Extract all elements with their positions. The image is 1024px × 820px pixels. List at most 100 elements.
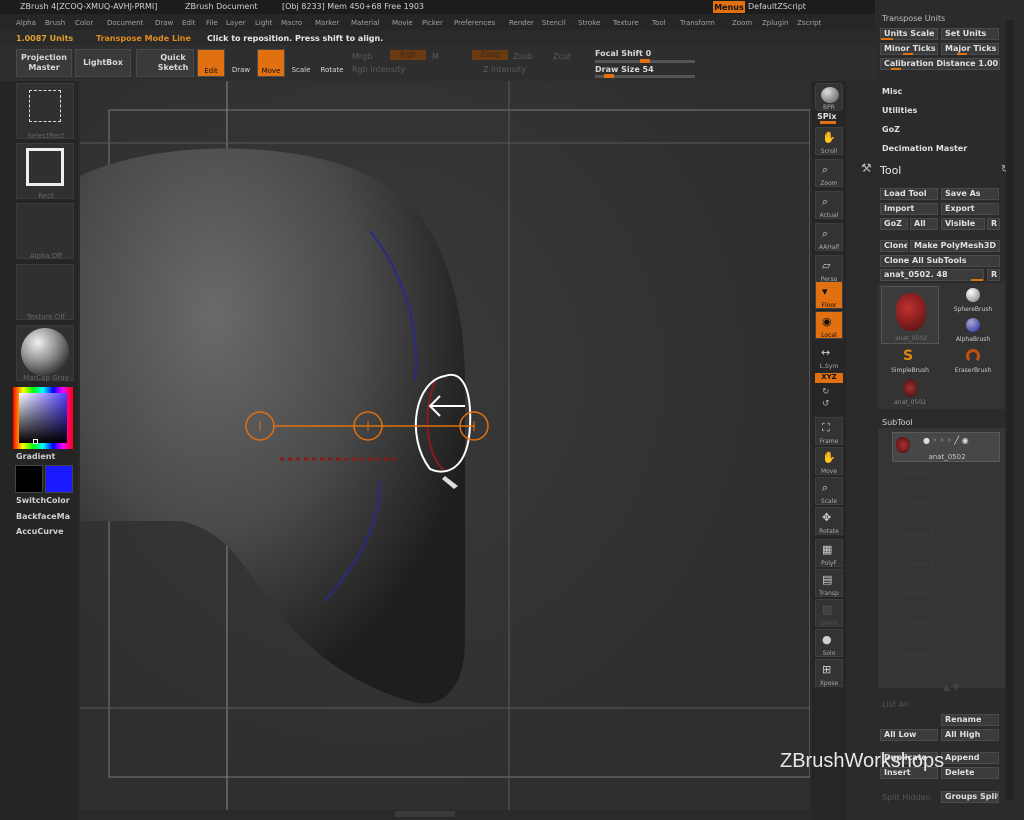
z-intensity-slider[interactable]: Z Intensity	[483, 65, 526, 74]
floor-button[interactable]: ▾ Floor	[815, 281, 843, 309]
color-square[interactable]	[19, 393, 67, 443]
scroll-button[interactable]: ✋ Scroll	[815, 127, 843, 155]
menu-document[interactable]: Document	[107, 19, 143, 27]
menu-picker[interactable]: Picker	[422, 19, 443, 27]
secondary-color-swatch[interactable]	[45, 465, 73, 493]
menu-zplugin[interactable]: Zplugin	[762, 19, 788, 27]
r-button[interactable]: R	[987, 218, 1000, 230]
menu-color[interactable]: Color	[75, 19, 93, 27]
rgb-button[interactable]: Rgb	[390, 50, 426, 60]
goz-all-button[interactable]: All	[910, 218, 938, 230]
aahalf-button[interactable]: ⌕ AAHalf	[815, 223, 843, 251]
set-units-button[interactable]: Set Units	[941, 28, 999, 40]
goz-section[interactable]: GoZ	[882, 125, 900, 134]
material-thumb[interactable]: MatCap Gray	[16, 325, 74, 382]
focal-shift-knob[interactable]	[640, 59, 650, 63]
persp-button[interactable]: ▱ Persp	[815, 255, 843, 283]
zadd-button[interactable]: Zadd	[472, 50, 508, 60]
quick-sketch-button[interactable]: Quick Sketch	[136, 49, 194, 77]
menu-material[interactable]: Material	[351, 19, 379, 27]
menu-layer[interactable]: Layer	[226, 19, 246, 27]
rotate-z-icon[interactable]: ↺	[822, 399, 830, 409]
menu-edit[interactable]: Edit	[182, 19, 196, 27]
menu-light[interactable]: Light	[255, 19, 272, 27]
subtool-item-active[interactable]: ● ◦ ◦ ◦ ╱ ◉ anat_0502	[892, 432, 1000, 462]
rgb-intensity-slider[interactable]: Rgb Intensity	[352, 65, 405, 74]
rotate-view-button[interactable]: ✥ Rotate	[815, 507, 843, 535]
ghost-button[interactable]: ▨ Ghost	[815, 599, 843, 627]
load-tool-button[interactable]: Load Tool	[880, 188, 938, 200]
move-view-button[interactable]: ✋ Move	[815, 447, 843, 475]
decimation-master-section[interactable]: Decimation Master	[882, 144, 967, 153]
tool-thumb-anat-small[interactable]: anat_0502	[881, 377, 939, 407]
misc-section[interactable]: Misc	[882, 87, 902, 96]
tool-thumb-alphabrush[interactable]: AlphaBrush	[944, 316, 1002, 344]
delete-button[interactable]: Delete	[941, 767, 999, 779]
menu-marker[interactable]: Marker	[315, 19, 339, 27]
export-button[interactable]: Export	[941, 203, 999, 215]
switchcolor-button[interactable]: SwitchColor	[16, 496, 70, 505]
stroke-thumb[interactable]: Rect	[16, 143, 74, 200]
all-low-button[interactable]: All Low	[880, 729, 938, 741]
tool-thumb-anat-large[interactable]: anat_0502	[881, 286, 939, 344]
mrgb-button[interactable]: Mrgb	[352, 52, 372, 61]
transpose-units-header[interactable]: Transpose Units	[882, 14, 945, 23]
menu-tool[interactable]: Tool	[652, 19, 666, 27]
menus-button[interactable]: Menus	[713, 1, 745, 13]
zoom-button[interactable]: ⌕ Zoom	[815, 159, 843, 187]
draw-size-knob[interactable]	[604, 74, 614, 78]
menu-stencil[interactable]: Stencil	[542, 19, 566, 27]
texture-thumb[interactable]: Texture Off	[16, 264, 74, 321]
subtool-header[interactable]: SubTool	[882, 418, 913, 427]
accucurve-button[interactable]: AccuCurve	[16, 527, 64, 536]
clone-all-subtools-button[interactable]: Clone All SubTools	[880, 255, 1000, 267]
import-button[interactable]: Import	[880, 203, 938, 215]
menu-file[interactable]: File	[206, 19, 218, 27]
spix-label[interactable]: SPix	[817, 112, 837, 121]
zsub-button[interactable]: Zsub	[513, 52, 533, 61]
lightbox-button[interactable]: LightBox	[75, 49, 131, 77]
solo-button[interactable]: ● Solo	[815, 629, 843, 657]
menu-transform[interactable]: Transform	[680, 19, 715, 27]
subtool-slot-6[interactable]: Subtool 6	[895, 616, 1003, 643]
head-model[interactable]	[80, 81, 810, 810]
menu-stroke[interactable]: Stroke	[578, 19, 600, 27]
tool-thumb-eraserbrush[interactable]: EraserBrush	[944, 347, 1002, 375]
scale-button[interactable]: Scale	[288, 49, 314, 77]
focal-shift-slider[interactable]	[595, 59, 695, 63]
bottom-scroll-handle[interactable]	[395, 811, 455, 817]
split-hidden-button[interactable]: Split Hidden	[882, 793, 931, 802]
zcut-button[interactable]: Zcut	[553, 52, 571, 61]
projection-master-button[interactable]: Projection Master	[16, 49, 72, 77]
spix-slider[interactable]	[820, 121, 836, 124]
menu-movie[interactable]: Movie	[392, 19, 413, 27]
menu-alpha[interactable]: Alpha	[16, 19, 36, 27]
palette-scrollbar[interactable]	[1006, 20, 1014, 800]
polyf-button[interactable]: ▦ PolyF	[815, 539, 843, 567]
menu-texture[interactable]: Texture	[613, 19, 639, 27]
tool-r-button[interactable]: R	[987, 269, 1000, 281]
m-button[interactable]: M	[432, 52, 439, 61]
draw-size-slider[interactable]	[595, 74, 695, 78]
all-high-button[interactable]: All High	[941, 729, 999, 741]
tool-thumb-simplebrush[interactable]: S SimpleBrush	[881, 347, 939, 375]
clone-button[interactable]: Clone	[880, 240, 908, 252]
visible-button[interactable]: Visible	[941, 218, 985, 230]
groups-split-button[interactable]: Groups Split	[941, 791, 999, 803]
save-as-button[interactable]: Save As	[941, 188, 999, 200]
major-ticks-slider[interactable]: Major Ticks	[941, 43, 999, 55]
menu-draw[interactable]: Draw	[155, 19, 173, 27]
local-button[interactable]: ◉ Local	[815, 311, 843, 339]
main-color-swatch[interactable]	[15, 465, 43, 493]
lsym-button[interactable]: ↔ L.Sym	[815, 343, 843, 371]
subtool-slot-3[interactable]: Subtool 3	[895, 526, 1003, 553]
backface-mask-button[interactable]: BackfaceMa	[16, 512, 70, 521]
actual-button[interactable]: ⌕ Actual	[815, 191, 843, 219]
bpr-button[interactable]: BPR	[815, 83, 843, 111]
scale-view-button[interactable]: ⌕ Scale	[815, 477, 843, 505]
current-tool-slider[interactable]: anat_0502. 48	[880, 269, 984, 281]
menu-zscript[interactable]: Zscript	[797, 19, 821, 27]
subtool-slot-5[interactable]: Subtool 5	[895, 586, 1003, 613]
goz-button[interactable]: GoZ	[880, 218, 908, 230]
xyz-button[interactable]: XYZ	[815, 373, 843, 383]
